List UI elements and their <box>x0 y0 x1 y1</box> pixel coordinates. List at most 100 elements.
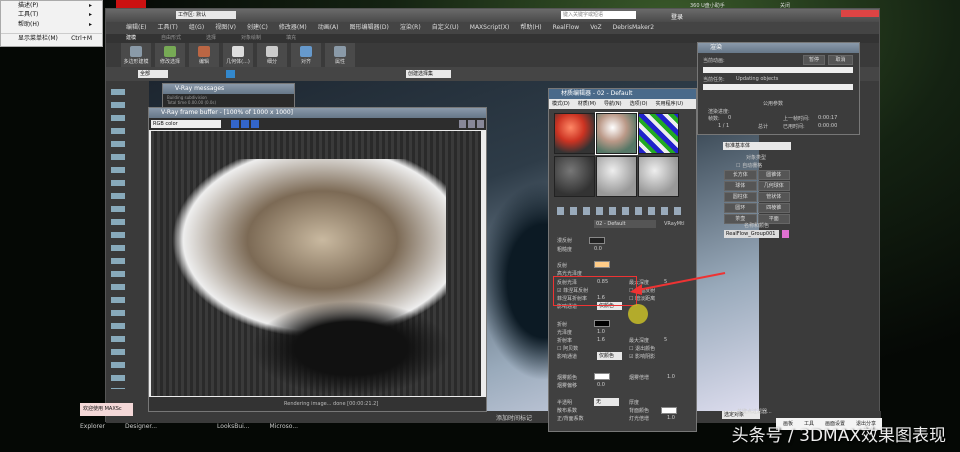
tube-button[interactable]: 管状体 <box>757 192 790 202</box>
geosphere-button[interactable]: 几何球体 <box>757 181 790 191</box>
tab-freeform[interactable]: 自由形式 <box>161 34 181 43</box>
menu-graph[interactable]: 图形编辑器(D) <box>350 22 389 34</box>
rgb-channel-buttons[interactable] <box>231 120 261 128</box>
render-buttons[interactable] <box>459 120 484 128</box>
tab-selection[interactable]: 选择 <box>206 34 216 43</box>
tab-object-paint[interactable]: 对象绘制 <box>241 34 261 43</box>
light-mult-value[interactable]: 1.0 <box>667 415 675 421</box>
menu-utilities[interactable]: 实用程序(U) <box>655 99 683 109</box>
poly-modeling-button[interactable]: 多边形建模 <box>121 43 151 67</box>
refr-affect-select[interactable]: 仅颜色 <box>597 352 622 360</box>
cone-button[interactable]: 圆锥体 <box>757 170 790 180</box>
reflect-swatch[interactable] <box>594 261 610 268</box>
menu-tools[interactable]: 工具(T) <box>157 22 177 34</box>
taskbar-designer[interactable]: Designer... <box>125 423 157 430</box>
menu-item-show-menubar[interactable]: 显示菜单栏(M) Ctrl+M <box>1 33 102 43</box>
menu-options[interactable]: 选项(O) <box>630 99 648 109</box>
search-input[interactable]: 键入关键字或短语 <box>561 11 636 19</box>
object-name-input[interactable]: RealFlow_Group001 <box>724 230 779 238</box>
fog-color-label: 烟雾颜色 <box>557 375 578 381</box>
diffuse-swatch[interactable] <box>589 237 605 244</box>
object-type-header[interactable]: 对象类型 <box>746 154 766 161</box>
pyramid-button[interactable]: 四棱锥 <box>757 203 790 213</box>
cancel-button[interactable]: 取消 <box>828 55 853 65</box>
menu-customize[interactable]: 自定义(U) <box>432 22 459 34</box>
common-params-header[interactable]: 公用参数 <box>763 100 783 107</box>
window-controls[interactable] <box>841 10 879 17</box>
menu-mode[interactable]: 模式(D) <box>552 99 570 109</box>
ior-value[interactable]: 1.6 <box>597 337 605 343</box>
back-color-swatch[interactable] <box>661 407 677 414</box>
category-select[interactable]: 标准基本体 <box>723 142 791 150</box>
taskbar-looksbuilder[interactable]: LooksBui... <box>217 423 250 430</box>
material-slot[interactable] <box>554 113 595 154</box>
menu-item-tools[interactable]: 工具(T) ▸ <box>1 10 102 20</box>
menu-render[interactable]: 渲染(R) <box>400 22 421 34</box>
abbe-checkbox[interactable]: ☐ 阿贝数 <box>557 345 578 352</box>
autogrid-checkbox[interactable]: ☐ 自动栅格 <box>736 162 762 169</box>
key-filters-button[interactable]: 关键点过滤器... <box>737 408 772 415</box>
translucency-select[interactable]: 无 <box>594 398 619 406</box>
taskbar-microsoft[interactable]: Microso... <box>270 423 299 430</box>
menu-realflow[interactable]: RealFlow <box>553 22 580 34</box>
menu-debris[interactable]: DebrisMaker2 <box>613 22 654 34</box>
select-tool-icon[interactable] <box>226 70 235 78</box>
explorer-toolbar-icons[interactable] <box>111 89 125 389</box>
fog-mult-value[interactable]: 1.0 <box>667 374 675 380</box>
properties-button[interactable]: 属性 <box>325 43 355 67</box>
material-toolbar[interactable] <box>557 207 687 215</box>
login-link[interactable]: 登录 <box>671 12 683 21</box>
modify-selection-button[interactable]: 修改选择 <box>155 43 185 67</box>
material-slot-active[interactable] <box>595 112 638 155</box>
roughness-value[interactable]: 0.0 <box>594 246 602 252</box>
object-color-swatch[interactable] <box>782 230 789 238</box>
menu-view[interactable]: 视图(V) <box>215 22 236 34</box>
geometry-button[interactable]: 几何体(...) <box>223 43 253 67</box>
box-button[interactable]: 长方体 <box>724 170 757 180</box>
refr-max-depth-value[interactable]: 5 <box>664 337 667 343</box>
selection-filter[interactable]: 全部 <box>138 70 168 78</box>
vfb-title: V-Ray frame buffer - [100% of 1000 x 100… <box>149 108 486 118</box>
workspace-select[interactable]: 工作区: 默认 <box>176 11 236 19</box>
material-slot[interactable] <box>596 156 637 197</box>
menu-create[interactable]: 创建(C) <box>247 22 268 34</box>
selection-set[interactable]: 创建选择集 <box>406 70 451 78</box>
material-slot[interactable] <box>638 156 679 197</box>
maxscript-listener[interactable]: 欢迎使用 MAXSc <box>80 403 133 416</box>
align-button[interactable]: 对齐 <box>291 43 321 67</box>
menu-maxscript[interactable]: MAXScript(X) <box>470 22 510 34</box>
menu-material[interactable]: 材质(M) <box>578 99 596 109</box>
cylinder-button[interactable]: 圆柱体 <box>724 192 757 202</box>
fog-color-swatch[interactable] <box>594 373 610 380</box>
material-type-button[interactable]: VRayMtl <box>664 221 684 227</box>
menu-navigation[interactable]: 导航(N) <box>604 99 622 109</box>
material-slot[interactable] <box>554 156 595 197</box>
edit-button[interactable]: 编辑 <box>189 43 219 67</box>
log-line: Total time 0.00.00 (0.0s) <box>167 100 217 105</box>
add-time-tag-button[interactable]: 添加时间标记 <box>496 413 532 422</box>
affect-shadows-checkbox[interactable]: ☑ 影响阴影 <box>629 353 655 360</box>
sphere-button[interactable]: 球体 <box>724 181 757 191</box>
subdivide-button[interactable]: 细分 <box>257 43 287 67</box>
pause-button[interactable]: 暂停 <box>803 55 825 65</box>
tab-modeling[interactable]: 建模 <box>126 34 136 43</box>
fog-bias-value[interactable]: 0.0 <box>597 382 605 388</box>
torus-button[interactable]: 圆环 <box>724 203 757 213</box>
menu-item-help[interactable]: 帮助(H) ▸ <box>1 20 102 30</box>
taskbar-explorer[interactable]: Explorer <box>80 423 105 430</box>
name-color-header[interactable]: 名称和颜色 <box>744 222 769 229</box>
menu-voz[interactable]: VoZ <box>590 22 601 34</box>
exit-color-checkbox[interactable]: ☐ 退出颜色 <box>629 345 655 352</box>
tab-populate[interactable]: 填充 <box>286 34 296 43</box>
menu-group[interactable]: 组(G) <box>189 22 204 34</box>
channel-select[interactable]: RGB color <box>151 120 221 128</box>
gloss-value[interactable]: 1.0 <box>597 329 605 335</box>
menu-item-describe[interactable]: 描述(P) ▸ <box>1 1 102 10</box>
menu-animation[interactable]: 动画(A) <box>318 22 339 34</box>
menu-modifiers[interactable]: 修改器(M) <box>279 22 307 34</box>
material-name-select[interactable]: 02 - Default <box>594 220 656 228</box>
menu-help[interactable]: 帮助(H) <box>520 22 541 34</box>
refract-swatch[interactable] <box>594 320 610 327</box>
material-slot[interactable] <box>638 113 679 154</box>
menu-edit[interactable]: 编辑(E) <box>126 22 146 34</box>
